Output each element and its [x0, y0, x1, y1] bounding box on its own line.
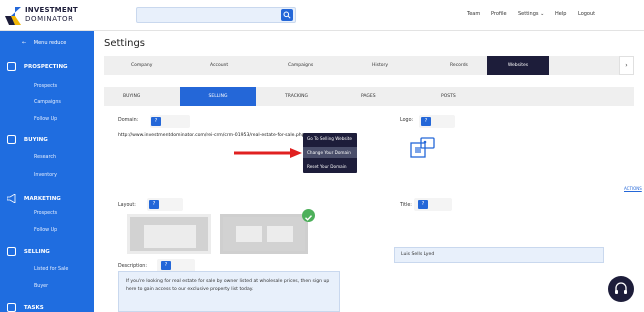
sidebar-section-label: BUYING — [23, 137, 48, 143]
go-to-selling-website-item[interactable]: Go To Selling Website — [303, 133, 357, 144]
website-subtabs: BUYING SELLING TRACKING PAGES POSTS — [104, 87, 634, 106]
megaphone-icon — [6, 193, 16, 204]
actions-link[interactable]: ACTIONS — [624, 186, 642, 191]
description-help-icon[interactable]: ? — [161, 261, 171, 270]
search-icon — [283, 11, 291, 19]
reset-domain-item[interactable]: Reset Your Domain — [303, 161, 357, 172]
search-users-icon — [7, 62, 16, 71]
title-input[interactable]: Luis Sells Lyed — [394, 247, 604, 263]
dollar-icon — [7, 247, 16, 256]
cart-icon — [7, 135, 16, 144]
nav-team[interactable]: Team — [467, 11, 480, 17]
sidebar-section-prospecting[interactable]: PROSPECTING — [7, 62, 68, 71]
tab-pages[interactable]: PAGES — [361, 94, 376, 99]
nav-profile[interactable]: Profile — [491, 11, 507, 17]
tab-tracking[interactable]: TRACKING — [285, 94, 308, 99]
red-arrow-annotation — [234, 148, 302, 158]
description-label: Description: — [118, 264, 147, 269]
selected-check-icon — [302, 209, 315, 222]
sidebar-item-listed-for-sale[interactable]: Listed for Sale — [34, 267, 68, 272]
sidebar-item-marketing-follow-up[interactable]: Follow Up — [34, 228, 57, 233]
tab-campaigns[interactable]: Campaigns — [288, 63, 313, 68]
tab-websites[interactable]: Websites — [487, 56, 549, 75]
tab-history[interactable]: History — [372, 63, 388, 68]
sidebar: ← Menu reduce PROSPECTING Prospects Camp… — [0, 31, 94, 312]
sidebar-section-marketing[interactable]: MARKETING — [6, 193, 61, 204]
nav-help[interactable]: Help — [555, 11, 566, 17]
layout-option-2-selected[interactable] — [220, 214, 308, 254]
sidebar-section-tasks[interactable]: TASKS — [7, 303, 44, 312]
title-help-icon[interactable]: ? — [418, 200, 428, 209]
domain-help-icon[interactable]: ? — [151, 117, 161, 126]
sidebar-item-buyer[interactable]: Buyer — [34, 284, 48, 289]
chevron-down-icon: ⌄ — [540, 11, 545, 17]
tab-buying[interactable]: BUYING — [123, 94, 140, 99]
search-button[interactable] — [281, 9, 293, 21]
tab-company[interactable]: Company — [131, 63, 152, 68]
nav-settings[interactable]: Settings ⌄ — [518, 11, 544, 17]
sidebar-item-inventory[interactable]: Inventory — [34, 173, 57, 178]
logo-label: Logo: — [400, 118, 414, 123]
nav-settings-label: Settings — [518, 11, 539, 17]
sidebar-item-marketing-prospects[interactable]: Prospects — [34, 211, 57, 216]
description-textarea[interactable]: If you're looking for real estate for sa… — [118, 271, 340, 312]
support-chat-button[interactable] — [608, 276, 634, 302]
logo-help-icon[interactable]: ? — [421, 117, 431, 126]
brand-chevron-icon — [5, 7, 21, 25]
sidebar-item-follow-up[interactable]: Follow Up — [34, 117, 57, 122]
tab-records[interactable]: Records — [450, 63, 468, 68]
headset-icon — [615, 282, 627, 294]
change-domain-item[interactable]: Change Your Domain — [303, 147, 357, 158]
domain-label: Domain: — [118, 118, 139, 123]
menu-reduce-toggle[interactable]: ← Menu reduce — [22, 40, 66, 46]
page-title: Settings — [104, 38, 146, 49]
domain-url: http://www.investmentdominator.com/rei-c… — [118, 133, 305, 138]
tasks-icon — [7, 303, 16, 312]
tab-selling[interactable]: SELLING — [180, 87, 256, 106]
arrow-left-icon: ← — [22, 40, 27, 46]
sidebar-section-label: MARKETING — [23, 196, 61, 202]
search-input[interactable] — [136, 7, 296, 23]
layout-label: Layout: — [118, 203, 136, 208]
domain-actions-menu: Go To Selling Website Change Your Domain… — [303, 133, 357, 173]
sidebar-section-buying[interactable]: BUYING — [7, 135, 48, 144]
sidebar-section-label: SELLING — [23, 249, 50, 255]
tab-posts[interactable]: POSTS — [441, 94, 456, 99]
brand-name-line1: INVESTMENT — [25, 6, 78, 14]
nav-logout[interactable]: Logout — [578, 11, 595, 17]
sidebar-item-research[interactable]: Research — [34, 155, 56, 160]
top-bar: INVESTMENT DOMINATOR Team Profile Settin… — [0, 0, 644, 31]
settings-tabs: Company Account Campaigns History Record… — [104, 56, 634, 75]
main-content: Settings Company Account Campaigns Histo… — [94, 31, 644, 312]
tabs-scroll-right-button[interactable]: › — [619, 56, 634, 75]
sidebar-section-label: TASKS — [23, 305, 44, 311]
brand-name-line2: DOMINATOR — [25, 15, 74, 23]
brand-logo[interactable]: INVESTMENT DOMINATOR — [5, 5, 95, 27]
layout-help-icon[interactable]: ? — [149, 200, 159, 209]
title-label: Title: — [400, 203, 412, 208]
tab-account[interactable]: Account — [210, 63, 228, 68]
sidebar-section-label: PROSPECTING — [23, 64, 68, 70]
sidebar-section-selling[interactable]: SELLING — [7, 247, 50, 256]
upload-image-icon[interactable] — [410, 137, 436, 159]
sidebar-item-campaigns[interactable]: Campaigns — [34, 100, 61, 105]
layout-option-1[interactable] — [127, 214, 211, 254]
menu-reduce-label: Menu reduce — [33, 40, 67, 46]
sidebar-item-prospects[interactable]: Prospects — [34, 84, 57, 89]
